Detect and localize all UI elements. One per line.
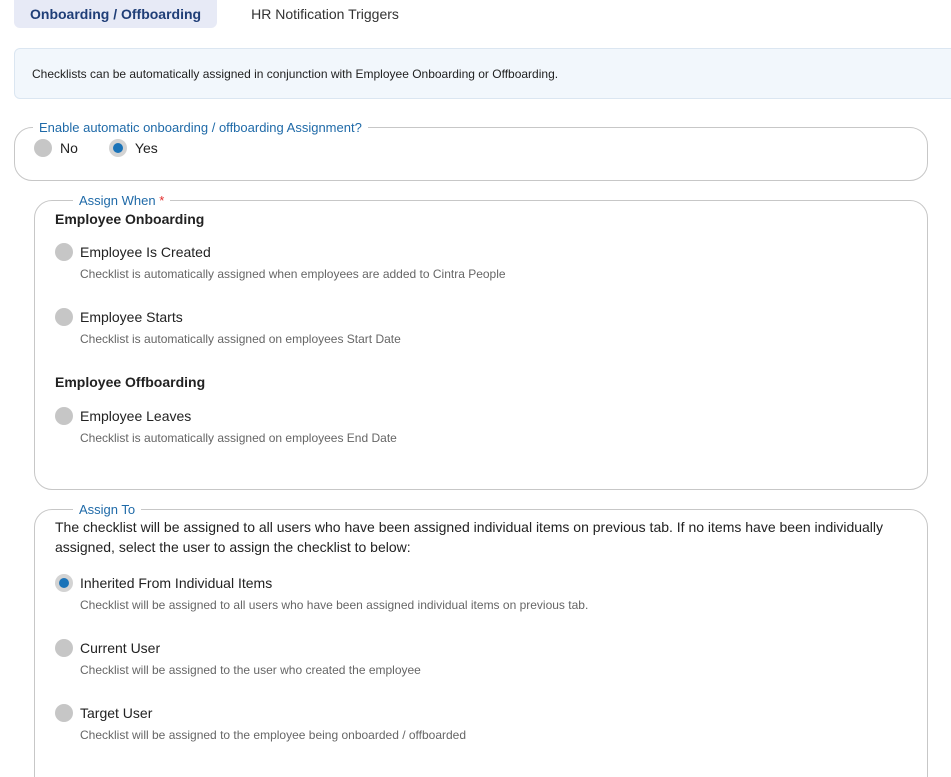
option-description: Checklist will be assigned to the employ… <box>80 728 467 742</box>
required-marker: * <box>159 193 165 208</box>
info-banner-text: Checklists can be automatically assigned… <box>32 66 559 81</box>
tab-hr-notification-triggers[interactable]: HR Notification Triggers <box>217 0 415 28</box>
option-label: Current User <box>80 640 161 656</box>
option-label: Employee Leaves <box>80 408 192 424</box>
radio-yes-label: Yes <box>134 140 158 156</box>
radio-inherited[interactable] <box>55 574 73 592</box>
info-banner: Checklists can be automatically assigned… <box>14 48 951 99</box>
enable-assignment-legend: Enable automatic onboarding / offboardin… <box>39 120 362 135</box>
radio-target-user[interactable] <box>55 704 73 722</box>
enable-no-option[interactable]: No <box>34 139 78 157</box>
radio-yes[interactable] <box>108 139 127 157</box>
assign-when-legend: Assign When * <box>73 193 170 208</box>
radio-employee-starts[interactable] <box>55 308 73 326</box>
option-description: Checklist will be assigned to all users … <box>80 598 589 612</box>
option-employee-starts[interactable]: Employee Starts <box>55 308 907 326</box>
option-label: Target User <box>80 705 153 721</box>
tab-bar: Onboarding / Offboarding HR Notification… <box>14 0 415 28</box>
assign-to-fieldset: Assign To The checklist will be assigned… <box>34 502 928 777</box>
option-description: Checklist is automatically assigned on e… <box>80 431 397 445</box>
option-target-user[interactable]: Target User <box>55 704 907 722</box>
option-current-user[interactable]: Current User <box>55 639 907 657</box>
option-inherited-from-individual-items[interactable]: Inherited From Individual Items <box>55 574 907 592</box>
radio-no-label: No <box>60 140 78 156</box>
option-employee-leaves[interactable]: Employee Leaves <box>55 407 907 425</box>
option-label: Inherited From Individual Items <box>80 575 273 591</box>
radio-current-user[interactable] <box>55 639 73 657</box>
option-description: Checklist is automatically assigned when… <box>80 267 506 281</box>
radio-employee-is-created[interactable] <box>55 243 73 261</box>
enable-assignment-radio-group: No Yes <box>15 139 927 157</box>
option-description: Checklist will be assigned to the user w… <box>80 663 421 677</box>
enable-yes-option[interactable]: Yes <box>108 139 158 157</box>
assign-to-intro: The checklist will be assigned to all us… <box>55 519 884 555</box>
option-description: Checklist is automatically assigned on e… <box>80 332 401 346</box>
enable-assignment-fieldset: Enable automatic onboarding / offboardin… <box>14 120 928 181</box>
radio-employee-leaves[interactable] <box>55 407 73 425</box>
assign-to-legend: Assign To <box>79 502 136 517</box>
option-employee-is-created[interactable]: Employee Is Created <box>55 243 907 261</box>
radio-no[interactable] <box>34 139 52 157</box>
onboarding-group-title: Employee Onboarding <box>55 211 205 227</box>
tab-onboarding-offboarding[interactable]: Onboarding / Offboarding <box>14 0 218 28</box>
option-label: Employee Is Created <box>80 244 211 260</box>
option-label: Employee Starts <box>80 309 183 325</box>
assign-when-fieldset: Assign When * Employee Onboarding Employ… <box>34 193 928 490</box>
offboarding-group-title: Employee Offboarding <box>55 374 206 390</box>
assign-when-legend-text: Assign When <box>79 193 156 208</box>
